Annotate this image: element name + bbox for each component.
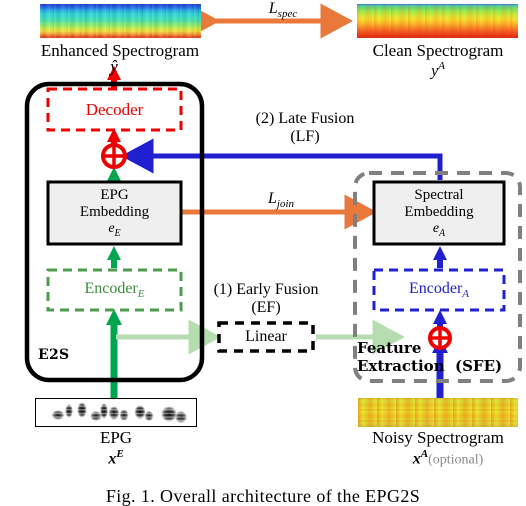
noisy-spectrogram-image xyxy=(358,398,518,427)
sfe-label: Feature Extraction xyxy=(357,339,457,375)
early-fusion-label: (1) Early Fusion (EF) xyxy=(191,281,341,317)
noisy-spectrogram-label: Noisy Spectrogram xyxy=(372,428,504,447)
decoder-label[interactable]: Decoder xyxy=(48,89,181,130)
linear-label[interactable]: Linear xyxy=(219,323,313,351)
epg-embedding-line2: Embedding xyxy=(79,204,150,220)
early-fusion-line1: (1) Early Fusion xyxy=(213,281,319,298)
late-fusion-path xyxy=(121,138,443,180)
encoder-e-up-arrow xyxy=(107,246,121,268)
epg-embedding-line1: EPG xyxy=(100,187,129,204)
spectral-embedding-line2: Embedding xyxy=(404,204,474,220)
encoder-e-label[interactable]: EncoderE xyxy=(48,270,181,310)
enhanced-output-symbol: ŷ xyxy=(110,57,118,76)
late-fusion-label: (2) Late Fusion (LF) xyxy=(215,110,395,146)
clean-spectrogram-image xyxy=(357,4,518,38)
plus-circle-icon-lf xyxy=(101,143,127,169)
spectral-embedding-line1: Spectral xyxy=(414,187,464,204)
noisy-optional-text: (optional) xyxy=(428,452,484,468)
loss-spec-label: Lspec xyxy=(268,0,298,21)
spectral-embedding-symbol: eA xyxy=(432,220,446,239)
figure-caption: Fig. 1. Overall architecture of the EPG2… xyxy=(105,486,421,506)
early-fusion-line2: (EF) xyxy=(251,298,281,316)
enhanced-spectrogram-image xyxy=(40,4,201,38)
sfe-acronym-label: (SFE) xyxy=(455,357,503,375)
epg-embedding-symbol: eE xyxy=(108,220,121,239)
spectral-embedding-label[interactable]: Spectral Embedding eA xyxy=(374,182,504,244)
epg-embedding-up-arrow xyxy=(107,167,121,182)
e2s-label: E2S xyxy=(38,347,70,363)
epg-input-up-arrow xyxy=(106,309,122,400)
epg-input-symbol: xE xyxy=(108,448,124,468)
epg-input-label: EPG xyxy=(99,428,133,447)
epg-embedding-label[interactable]: EPG Embedding eE xyxy=(48,182,181,244)
encoder-a-label[interactable]: EncoderA xyxy=(374,270,504,310)
late-fusion-line2: (LF) xyxy=(290,127,320,145)
clean-spectrogram-label: Clean Spectrogram xyxy=(372,41,504,60)
noisy-symbol-x: x xyxy=(412,450,421,468)
noisy-spectrogram-symbol: xA(optional) xyxy=(412,448,484,468)
encoder-a-up-arrow xyxy=(433,246,447,268)
sfe-line2: Extraction xyxy=(357,356,445,375)
sfe-line1: Feature xyxy=(357,339,422,357)
loss-join-label: Ljoin xyxy=(267,190,295,211)
clean-spectrogram-symbol: yA xyxy=(431,60,445,80)
epg-input-image xyxy=(35,398,197,427)
late-fusion-line1: (2) Late Fusion xyxy=(255,110,355,127)
